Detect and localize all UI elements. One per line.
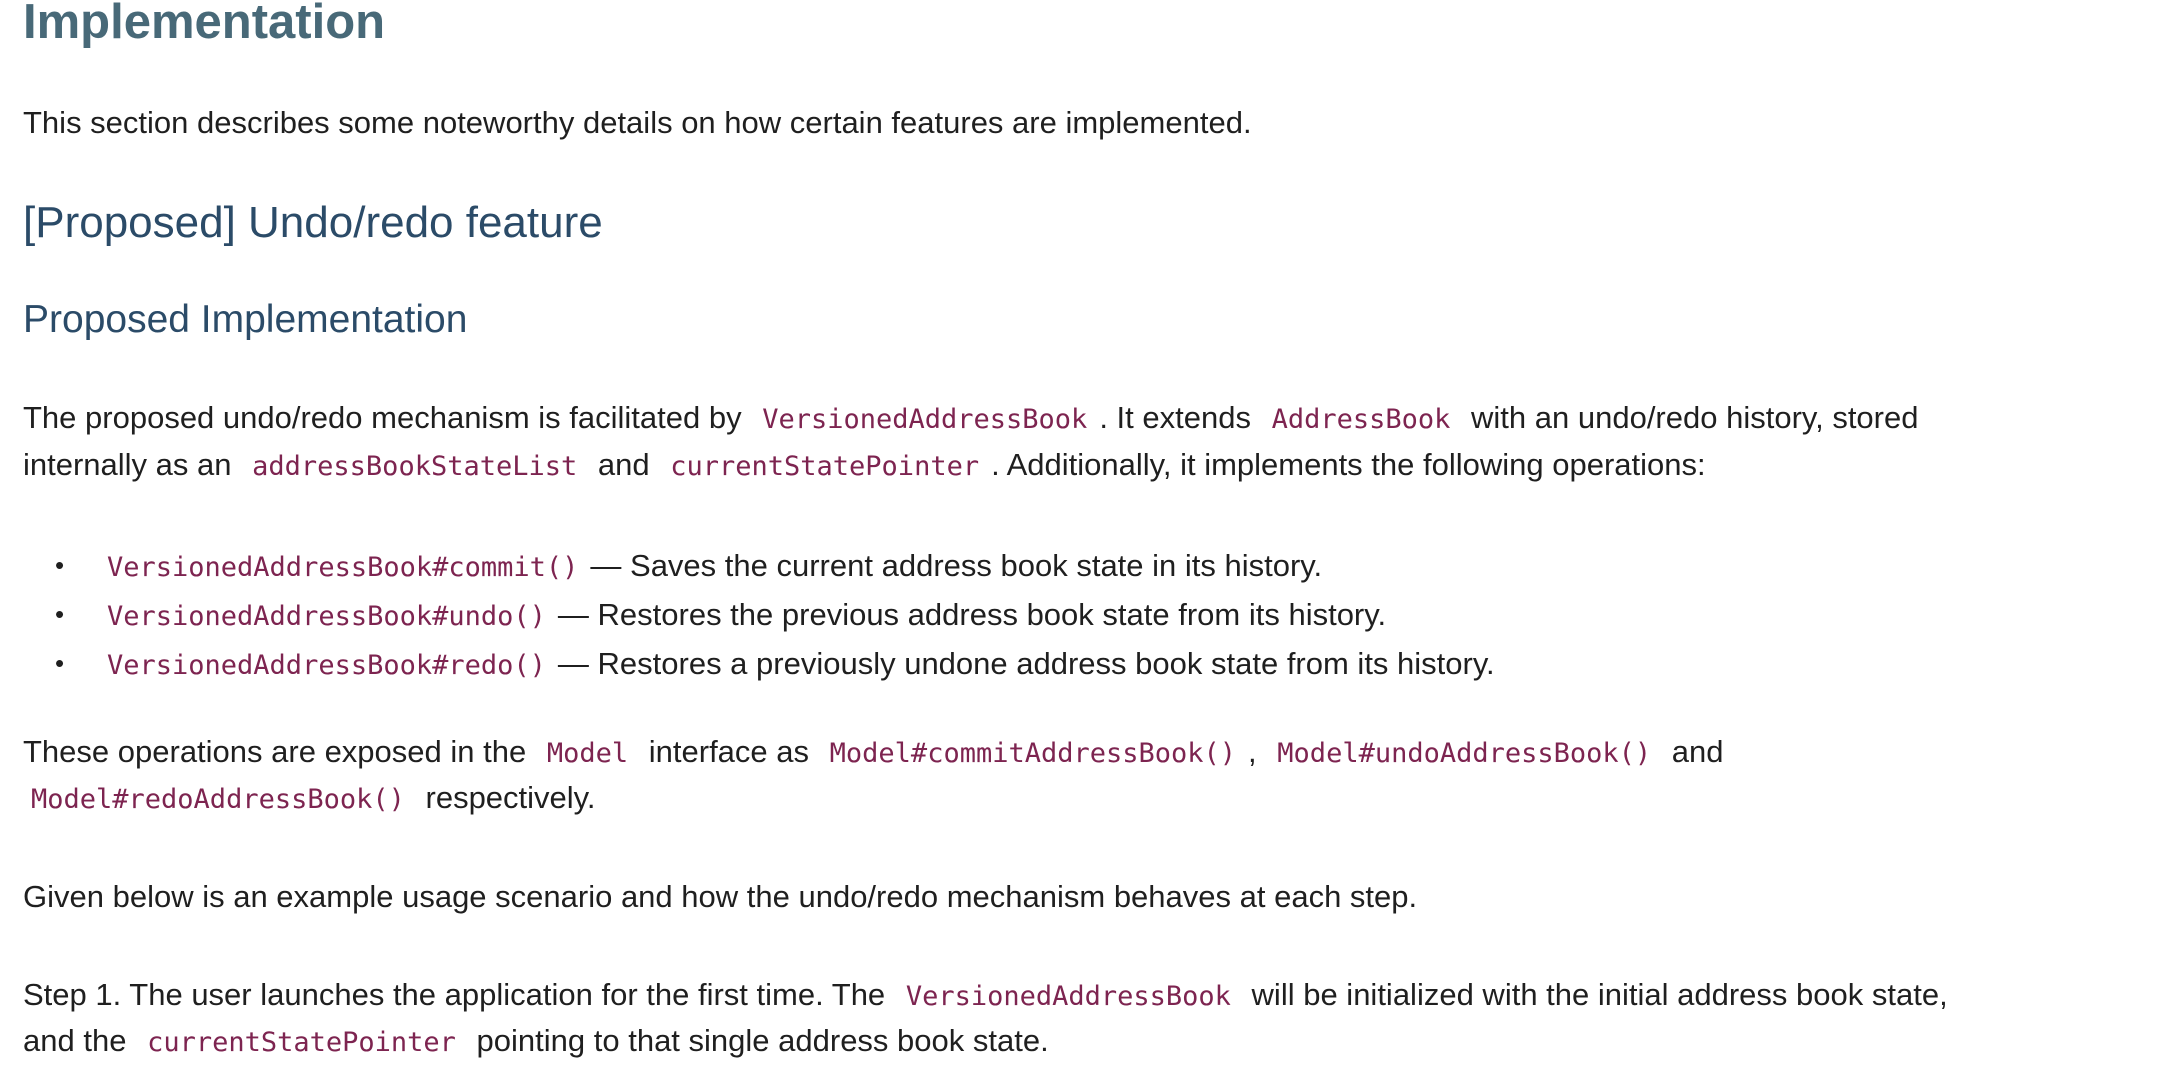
- bullet-icon: •: [55, 648, 65, 678]
- list-item-desc: — Restores a previously undone address b…: [557, 646, 1495, 681]
- bullet-icon: •: [55, 550, 65, 580]
- text: and the: [23, 1023, 127, 1058]
- inline-code: VersionedAddressBook#commit(): [107, 552, 579, 583]
- inline-code: Model#redoAddressBook(): [31, 784, 405, 815]
- inline-code: Model: [546, 738, 629, 769]
- inline-code: addressBookStateList: [252, 451, 578, 482]
- text: will be initialized with the initial add…: [1251, 977, 1948, 1012]
- para2-line2: Model#redoAddressBook() respectively.: [23, 774, 596, 823]
- text: The proposed undo/redo mechanism is faci…: [23, 400, 742, 435]
- para3: Given below is an example usage scenario…: [23, 879, 1418, 914]
- para1-line1: The proposed undo/redo mechanism is faci…: [23, 394, 1918, 443]
- page-title: Implementation: [23, 0, 386, 49]
- para4-line1: Step 1. The user launches the applicatio…: [23, 971, 1948, 1020]
- text: Step 1. The user launches the applicatio…: [23, 977, 886, 1012]
- text: interface as: [648, 734, 810, 769]
- list-item-desc: — Restores the previous address book sta…: [557, 597, 1387, 632]
- para4-line2: and the currentStatePointer pointing to …: [23, 1017, 1049, 1066]
- inline-code: VersionedAddressBook#undo(): [107, 601, 546, 632]
- text: . Additionally, it implements the follow…: [991, 447, 1706, 482]
- list-item-desc: — Saves the current address book state i…: [590, 548, 1323, 583]
- intro-paragraph: This section describes some noteworthy d…: [23, 105, 1252, 140]
- text: with an undo/redo history, stored: [1471, 400, 1919, 435]
- text: ,: [1248, 734, 1257, 769]
- inline-code: VersionedAddressBook: [762, 404, 1088, 435]
- inline-code: Model#commitAddressBook(): [829, 738, 1237, 769]
- para1-line2: internally as an addressBookStateList an…: [23, 441, 1706, 490]
- section-title: [Proposed] Undo/redo feature: [23, 198, 603, 247]
- list-item: • VersionedAddressBook#undo() — Restores …: [23, 591, 1499, 640]
- inline-code: AddressBook: [1271, 404, 1451, 435]
- text: respectively.: [425, 780, 596, 815]
- bullet-icon: •: [55, 599, 65, 629]
- operations-list: • VersionedAddressBook#commit() — Saves t…: [23, 542, 1499, 689]
- inline-code: VersionedAddressBook#redo(): [107, 650, 546, 681]
- text: These operations are exposed in the: [23, 734, 527, 769]
- text: and: [597, 447, 650, 482]
- inline-code: Model#undoAddressBook(): [1277, 738, 1652, 769]
- subsection-title: Proposed Implementation: [23, 298, 468, 341]
- inline-code: VersionedAddressBook: [905, 981, 1231, 1012]
- para2-line1: These operations are exposed in the Mode…: [23, 728, 1724, 777]
- text: pointing to that single address book sta…: [476, 1023, 1049, 1058]
- list-item: • VersionedAddressBook#commit() — Saves t…: [23, 542, 1499, 591]
- document-page: Implementation This section describes so…: [0, 0, 2178, 1066]
- text: and: [1671, 734, 1724, 769]
- text: . It extends: [1099, 400, 1251, 435]
- inline-code: currentStatePointer: [670, 451, 980, 482]
- inline-code: currentStatePointer: [147, 1027, 456, 1058]
- list-item: • VersionedAddressBook#redo() — Restores …: [23, 640, 1499, 689]
- text: internally as an: [23, 447, 232, 482]
